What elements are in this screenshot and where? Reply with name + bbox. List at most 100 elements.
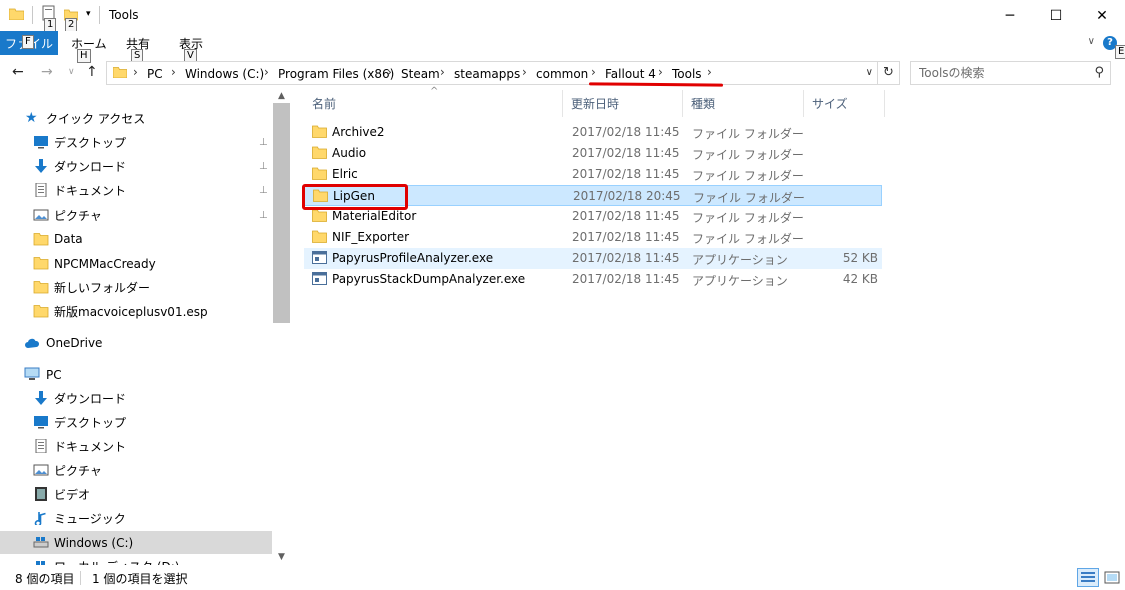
file-name: Elric [332, 167, 358, 181]
chevron-right-icon[interactable]: › [658, 65, 663, 79]
breadcrumb-pc[interactable]: PC [147, 67, 163, 81]
forward-arrow-icon[interactable]: → [41, 64, 53, 80]
chevron-right-icon[interactable]: › [387, 65, 392, 79]
nav-quick-access[interactable]: ★ クイック アクセス [0, 107, 272, 130]
up-arrow-icon[interactable]: ↑ [86, 64, 98, 80]
nav-item[interactable]: ピクチャ [0, 459, 272, 482]
scroll-thumb[interactable] [273, 103, 290, 323]
nav-label: NPCMMacCready [54, 256, 156, 271]
nav-label: デスクトップ [54, 136, 127, 150]
file-name: MaterialEditor [332, 209, 417, 223]
back-arrow-icon[interactable]: ← [12, 64, 24, 80]
large-icons-view-icon[interactable] [1101, 568, 1123, 587]
chevron-right-icon[interactable]: › [707, 65, 712, 79]
nav-item[interactable]: Data [0, 228, 272, 251]
file-type: ファイル フォルダー [692, 148, 804, 162]
file-type: ファイル フォルダー [692, 169, 804, 183]
nav-onedrive[interactable]: OneDrive [0, 331, 272, 354]
file-row[interactable]: Audio 2017/02/18 11:45 ファイル フォルダー [304, 143, 882, 164]
file-row[interactable]: Archive2 2017/02/18 11:45 ファイル フォルダー [304, 122, 882, 143]
column-divider[interactable] [803, 90, 804, 117]
chevron-right-icon[interactable]: › [133, 65, 138, 79]
breadcrumb-tools[interactable]: Tools [672, 67, 702, 81]
address-bar[interactable]: › PC › Windows (C:) › Program Files (x86… [106, 61, 900, 85]
nav-item[interactable]: ミュージック [0, 507, 272, 530]
chevron-right-icon[interactable]: › [522, 65, 527, 79]
scroll-up-icon[interactable]: ▲ [273, 91, 290, 101]
details-view-icon[interactable] [1077, 568, 1099, 587]
folder-icon [33, 304, 49, 318]
breadcrumb-fallout-4[interactable]: Fallout 4 [605, 67, 656, 81]
nav-item[interactable]: 新版macvoiceplusv01.esp [0, 300, 272, 323]
nav-item[interactable]: Windows (C:) [0, 531, 272, 554]
column-divider[interactable] [562, 90, 563, 117]
column-header-name[interactable]: 名前 [312, 95, 336, 112]
breadcrumb-program-files[interactable]: Program Files (x86) [278, 67, 394, 81]
computer-icon [24, 367, 40, 380]
nav-item[interactable]: ピクチャ ⊥ [0, 204, 272, 227]
expand-ribbon-icon[interactable]: ∨ [1088, 36, 1095, 47]
nav-item[interactable]: NPCMMacCready [0, 252, 272, 275]
nav-item[interactable]: ドキュメント [0, 435, 272, 458]
keytip-e: E [1115, 45, 1125, 59]
breadcrumb-steam[interactable]: Steam [401, 67, 440, 81]
search-box[interactable]: ⚲ [910, 61, 1111, 85]
nav-label: ドキュメント [54, 440, 127, 454]
document-icon [33, 438, 49, 454]
recent-locations-icon[interactable]: ∨ [68, 67, 75, 77]
column-header-date[interactable]: 更新日時 [571, 95, 619, 112]
nav-item[interactable]: ドキュメント ⊥ [0, 179, 272, 202]
breadcrumb-common[interactable]: common [536, 67, 588, 81]
breadcrumb-steamapps[interactable]: steamapps [454, 67, 520, 81]
pin-icon[interactable]: ⊥ [259, 185, 268, 196]
search-icon[interactable]: ⚲ [1094, 65, 1104, 80]
qat-separator [32, 6, 33, 24]
pin-icon[interactable]: ⊥ [259, 137, 268, 148]
nav-item[interactable]: 新しいフォルダー [0, 276, 272, 299]
star-icon: ★ [25, 110, 38, 126]
nav-label: ミュージック [54, 512, 126, 526]
column-header-size[interactable]: サイズ [812, 95, 848, 112]
column-divider[interactable] [682, 90, 683, 117]
chevron-right-icon[interactable]: › [264, 65, 269, 79]
chevron-right-icon[interactable]: › [591, 65, 596, 79]
chevron-right-icon[interactable]: › [171, 65, 176, 79]
breadcrumb-windows-c[interactable]: Windows (C:) [185, 67, 264, 81]
nav-pc[interactable]: PC [0, 363, 272, 386]
nav-item[interactable]: デスクトップ ⊥ [0, 131, 272, 154]
nav-item[interactable]: ダウンロード ⊥ [0, 155, 272, 178]
file-row[interactable]: PapyrusStackDumpAnalyzer.exe 2017/02/18 1… [304, 269, 882, 290]
address-dropdown-icon[interactable]: ∨ [866, 67, 873, 78]
column-header-type[interactable]: 種類 [691, 95, 715, 112]
maximize-button[interactable]: ☐ [1033, 0, 1079, 31]
file-date: 2017/02/18 20:45 [573, 189, 681, 203]
qat-dropdown-icon[interactable]: ▾ [86, 9, 91, 19]
nav-label: ダウンロード [54, 392, 127, 406]
video-icon [33, 487, 49, 501]
chevron-right-icon[interactable]: › [440, 65, 445, 79]
refresh-icon[interactable]: ↻ [877, 62, 899, 84]
file-row[interactable]: NIF_Exporter 2017/02/18 11:45 ファイル フォルダー [304, 227, 882, 248]
close-button[interactable]: ✕ [1079, 0, 1125, 31]
download-icon [33, 159, 49, 174]
minimize-button[interactable]: ─ [987, 0, 1033, 31]
file-row[interactable]: Elric 2017/02/18 11:45 ファイル フォルダー [304, 164, 882, 185]
nav-item[interactable]: ビデオ [0, 483, 272, 506]
nav-scrollbar[interactable]: ▲ ▼ [273, 90, 290, 565]
application-icon [312, 272, 327, 285]
folder-icon [113, 67, 127, 78]
folder-icon [33, 256, 49, 270]
file-row[interactable]: PapyrusProfileAnalyzer.exe 2017/02/18 11:… [304, 248, 882, 269]
pin-icon[interactable]: ⊥ [259, 210, 268, 221]
nav-label: ビデオ [54, 488, 91, 502]
nav-item[interactable]: ダウンロード [0, 387, 272, 410]
title-bar: 1 2 ▾ Tools ─ ☐ ✕ [0, 0, 1125, 32]
scroll-down-icon[interactable]: ▼ [273, 552, 290, 562]
desktop-icon [33, 135, 49, 149]
pin-icon[interactable]: ⊥ [259, 161, 268, 172]
column-divider[interactable] [884, 90, 885, 117]
search-input[interactable] [911, 62, 1091, 84]
nav-item[interactable]: デスクトップ [0, 411, 272, 434]
navigation-row: ← → ∨ ↑ › PC › Windows (C:) › Program Fi… [0, 58, 1125, 88]
nav-label: ドキュメント [54, 184, 127, 199]
